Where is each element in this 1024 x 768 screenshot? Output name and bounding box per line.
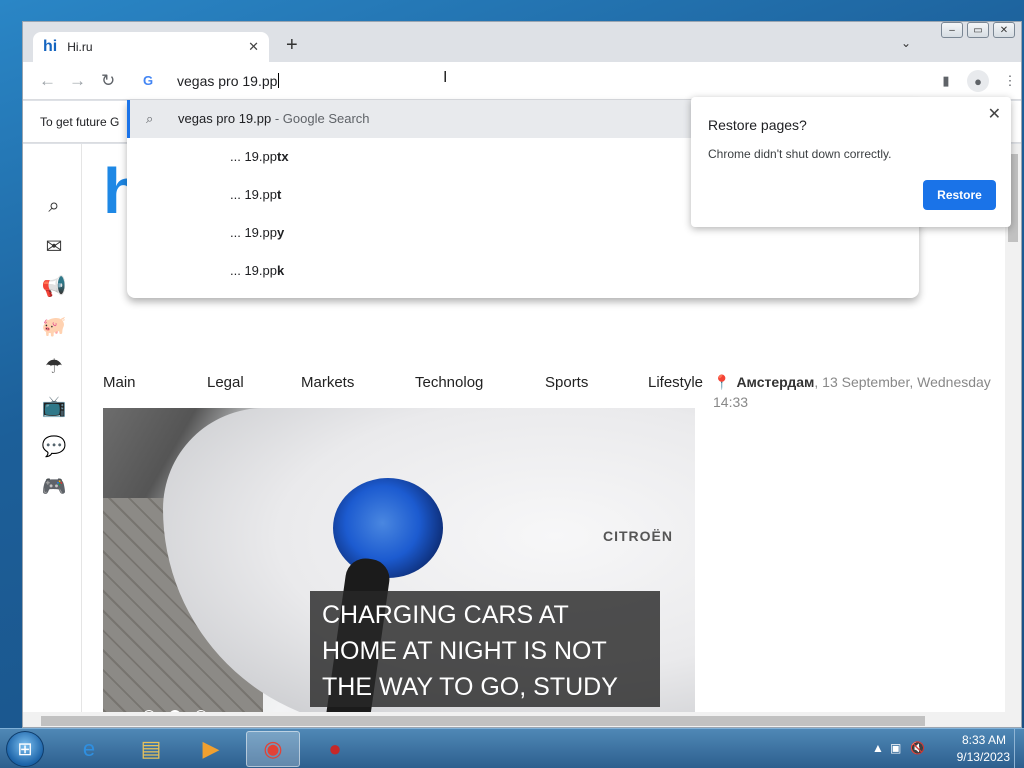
location-pin-icon: 📍: [713, 374, 731, 390]
mail-icon[interactable]: ✉: [40, 232, 68, 260]
umbrella-icon[interactable]: ☂: [40, 352, 68, 380]
clock-time[interactable]: 8:33 AM: [962, 733, 1006, 747]
text-cursor-icon: I: [443, 69, 448, 86]
weather-widget: 📍 Амстердам, 13 September, Wednesday 14:3…: [713, 372, 1003, 412]
suggestion-item[interactable]: ... 19.ppk: [127, 252, 919, 290]
browser-tab[interactable]: hi Hi.ru ✕: [33, 32, 269, 62]
start-button[interactable]: ⊞: [6, 731, 44, 767]
gamepad-icon[interactable]: 🎮: [40, 472, 68, 500]
reload-icon[interactable]: ↻: [101, 71, 115, 91]
system-tray: ▲ ▣ 🔇 8:33 AM 9/13/2023: [864, 729, 1024, 768]
window-controls: ‒ ▭ ✕: [941, 22, 1015, 38]
minimize-button[interactable]: ‒: [941, 22, 963, 38]
google-icon: G: [143, 73, 154, 88]
weather-date: , 13 September, Wednesday: [814, 374, 991, 390]
network-icon[interactable]: ▣: [890, 741, 901, 755]
chrome-icon[interactable]: ◉: [246, 731, 300, 767]
browser-window: ‒ ▭ ✕ hi Hi.ru ✕ + ⌄ ← → ↻ G vegas pro 1…: [22, 21, 1022, 728]
suggestion-text: ... 19.ppt: [230, 187, 282, 202]
close-window-button[interactable]: ✕: [993, 22, 1015, 38]
piggy-bank-icon[interactable]: 🐖: [40, 312, 68, 340]
address-input[interactable]: vegas pro 19.pp: [177, 73, 279, 89]
nav-sports[interactable]: Sports: [545, 374, 648, 391]
restore-button[interactable]: Restore: [923, 180, 996, 210]
media-player-icon[interactable]: ▶: [184, 731, 238, 767]
toolbar: ← → ↻ G vegas pro 19.pp I ▮ ● ⋮: [23, 62, 1021, 100]
hero-slider[interactable]: CITROËN CHARGING CARS AT HOME AT NIGHT I…: [103, 408, 695, 712]
omnibox[interactable]: G vegas pro 19.pp I: [127, 66, 919, 96]
category-nav: Main Legal Markets Technolog Sports Life…: [103, 374, 703, 391]
forward-arrow-icon[interactable]: →: [69, 71, 86, 91]
side-panel-icon[interactable]: ▮: [935, 70, 957, 92]
nav-legal[interactable]: Legal: [207, 374, 301, 391]
desktop-icon[interactable]: [4, 225, 22, 265]
toolbar-icons: ▮ ● ⋮: [935, 70, 1021, 92]
weather-city[interactable]: Амстердам: [736, 374, 814, 390]
volume-muted-icon[interactable]: 🔇: [910, 741, 925, 755]
internet-explorer-icon[interactable]: e: [62, 731, 116, 767]
infobar-text: To get future G: [40, 115, 120, 129]
search-icon[interactable]: ⌕: [40, 192, 68, 220]
back-arrow-icon[interactable]: ←: [39, 71, 56, 91]
show-desktop-button[interactable]: [1014, 729, 1024, 768]
clock-date[interactable]: 9/13/2023: [957, 750, 1010, 764]
tv-icon[interactable]: 📺: [40, 392, 68, 420]
profile-avatar-icon[interactable]: ●: [967, 70, 989, 92]
search-icon: ⌕: [146, 111, 154, 126]
restore-message: Chrome didn't shut down correctly.: [708, 147, 892, 161]
restore-title: Restore pages?: [708, 117, 807, 133]
suggestion-text: ... 19.ppy: [230, 225, 285, 240]
new-tab-button[interactable]: +: [286, 34, 298, 57]
restore-pages-dialog: Restore pages? Chrome didn't shut down c…: [691, 97, 1011, 227]
suggestion-text: ... 19.pptx: [230, 149, 289, 164]
weather-time: 14:33: [713, 394, 749, 410]
hero-caption[interactable]: CHARGING CARS AT HOME AT NIGHT IS NOT TH…: [310, 591, 660, 712]
tab-title: Hi.ru: [67, 40, 93, 54]
horizontal-scroll-thumb[interactable]: [41, 716, 925, 726]
file-explorer-icon[interactable]: ▤: [124, 731, 178, 767]
suggestion-text: vegas pro 19.pp - Google Search: [178, 111, 370, 126]
tab-search-chevron-icon[interactable]: ⌄: [901, 36, 911, 50]
app-icon[interactable]: ●: [308, 731, 362, 767]
desktop-icon[interactable]: [4, 110, 22, 150]
nav-main[interactable]: Main: [103, 374, 207, 391]
tab-favicon: hi: [43, 38, 58, 55]
suggestion-text: ... 19.ppk: [230, 263, 285, 278]
nav-technology[interactable]: Technolog: [415, 374, 545, 391]
tab-close-icon[interactable]: ✕: [248, 39, 259, 55]
horizontal-scrollbar[interactable]: [23, 712, 1021, 727]
vertical-scrollbar[interactable]: [1005, 144, 1021, 712]
nav-lifestyle[interactable]: Lifestyle: [648, 374, 703, 391]
hero-brand-text: CITROËN: [603, 528, 673, 544]
site-sidebar: ⌕ ✉ 📢 🐖 ☂ 📺 💬 🎮: [23, 144, 82, 712]
show-hidden-icons-icon[interactable]: ▲: [872, 741, 884, 755]
close-icon[interactable]: ✕: [988, 104, 1001, 124]
hero-image-plug: [333, 478, 443, 578]
megaphone-icon[interactable]: 📢: [40, 272, 68, 300]
menu-kebab-icon[interactable]: ⋮: [999, 70, 1021, 92]
chat-icon[interactable]: 💬: [40, 432, 68, 460]
restore-window-button[interactable]: ▭: [967, 22, 989, 38]
taskbar: ⊞ e ▤ ▶ ◉ ● ▲ ▣ 🔇 8:33 AM 9/13/2023: [0, 728, 1024, 768]
nav-markets[interactable]: Markets: [301, 374, 415, 391]
